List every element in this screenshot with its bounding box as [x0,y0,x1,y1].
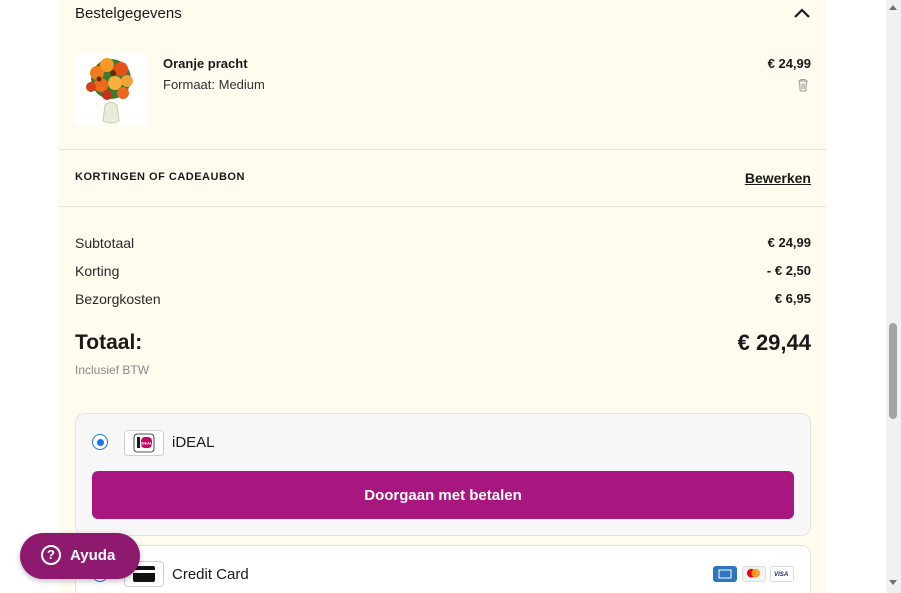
continue-payment-button[interactable]: Doorgaan met betalen [92,471,794,519]
product-image [75,53,147,125]
summary-row-delivery: Bezorgkosten € 6,95 [75,291,811,311]
order-panel: Bestelgegevens Oranje pracht Formaat: Me… [59,0,826,593]
product-name: Oranje pracht [163,56,248,71]
summary-value: € 24,99 [767,235,811,250]
svg-text:VISA: VISA [774,571,788,578]
scroll-down-icon[interactable] [889,580,897,585]
chevron-up-icon[interactable] [793,6,811,20]
summary-label: Bezorgkosten [75,291,161,307]
edit-discount-link[interactable]: Bewerken [745,170,811,186]
payment-option-credit-card[interactable]: Credit Card VISA [75,545,811,593]
cart-item: Oranje pracht Formaat: Medium € 24,99 [75,50,811,126]
summary-row-discount: Korting - € 2,50 [75,263,811,283]
summary-value: - € 2,50 [766,263,811,278]
section-title: Bestelgegevens [75,5,182,22]
summary-label: Subtotaal [75,235,135,251]
discount-label: KORTINGEN OF CADEAUBON [75,171,245,183]
amex-icon [713,566,737,582]
card-brand-logos: VISA [713,566,795,582]
summary-row-subtotal: Subtotaal € 24,99 [75,235,811,255]
radio-ideal[interactable] [92,434,108,450]
scrollbar-thumb[interactable] [889,323,897,419]
scrollbar[interactable] [886,0,901,593]
payment-method-label: Credit Card [172,566,249,583]
summary-label: Korting [75,263,120,279]
summary-value: € 6,95 [774,291,811,306]
total-value: € 29,44 [737,330,811,355]
vat-note: Inclusief BTW [75,363,150,377]
question-icon: ? [41,545,61,565]
trash-icon[interactable] [795,77,811,93]
svg-text:iDEAL: iDEAL [141,441,154,446]
total-label: Totaal: [75,331,143,354]
divider [59,206,826,207]
divider [59,149,826,150]
payment-option-ideal[interactable]: iDEAL iDEAL Doorgaan met betalen [75,413,811,536]
help-button[interactable]: ? Ayuda [20,533,140,579]
visa-icon: VISA [770,566,794,582]
scroll-up-icon[interactable] [889,5,897,10]
product-price: € 24,99 [767,56,811,71]
mastercard-icon [742,566,766,582]
order-header[interactable]: Bestelgegevens [75,0,811,30]
help-label: Ayuda [70,547,116,564]
product-size: Formaat: Medium [163,77,265,92]
ideal-logo-icon: iDEAL [124,430,164,456]
payment-method-label: iDEAL [172,434,215,451]
